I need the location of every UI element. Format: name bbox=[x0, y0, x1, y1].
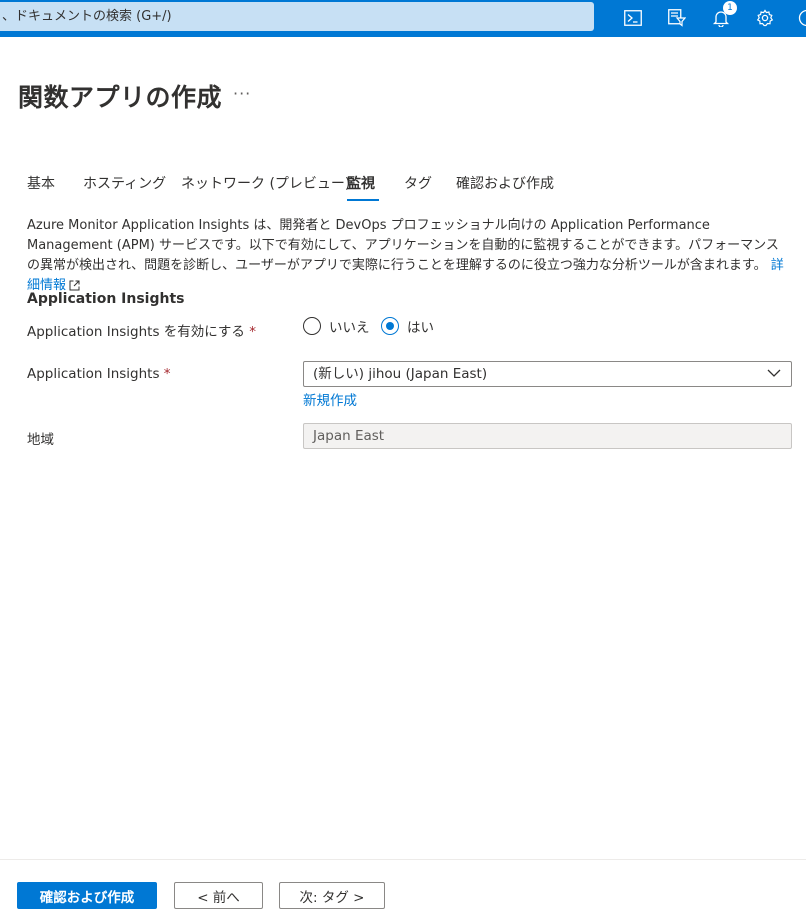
previous-button[interactable]: < 前へ bbox=[174, 882, 263, 909]
chevron-down-icon bbox=[767, 369, 781, 377]
enable-ai-label: Application Insights を有効にする * bbox=[27, 320, 256, 340]
radio-yes[interactable]: はい bbox=[381, 316, 434, 336]
cloud-shell-icon[interactable] bbox=[620, 5, 646, 31]
radio-no-circle[interactable] bbox=[303, 317, 321, 335]
external-link-icon bbox=[69, 280, 80, 291]
help-icon[interactable] bbox=[794, 5, 806, 31]
description: Azure Monitor Application Insights は、開発者… bbox=[27, 216, 789, 296]
next-tags-button[interactable]: 次: タグ > bbox=[279, 882, 385, 909]
section-title: Application Insights bbox=[27, 291, 185, 307]
enable-ai-label-text: Application Insights を有効にする bbox=[27, 324, 245, 340]
required-mark: * bbox=[249, 324, 256, 340]
description-text: Azure Monitor Application Insights は、開発者… bbox=[27, 218, 779, 273]
directory-filter-icon[interactable] bbox=[664, 5, 690, 31]
tab-basics[interactable]: 基本 bbox=[27, 173, 55, 193]
tab-hosting[interactable]: ホスティング bbox=[83, 173, 166, 193]
review-create-button[interactable]: 確認および作成 bbox=[17, 882, 157, 909]
region-label: 地域 bbox=[27, 432, 54, 448]
region-field: Japan East bbox=[303, 423, 792, 449]
radio-no[interactable]: いいえ bbox=[303, 316, 370, 336]
radio-no-label: いいえ bbox=[329, 320, 370, 336]
top-navigation-bar: 、ドキュメントの検索 (G+/) 1 bbox=[0, 0, 806, 37]
tab-review-create[interactable]: 確認および作成 bbox=[456, 173, 554, 193]
settings-icon[interactable] bbox=[752, 5, 778, 31]
create-new-link[interactable]: 新規作成 bbox=[303, 389, 357, 409]
footer-divider bbox=[0, 859, 806, 860]
ai-resource-label: Application Insights * bbox=[27, 366, 171, 382]
active-tab-indicator bbox=[347, 199, 379, 201]
tab-networking[interactable]: ネットワーク (プレビュー) bbox=[181, 173, 350, 193]
ai-resource-value: (新しい) jihou (Japan East) bbox=[313, 366, 488, 382]
radio-yes-circle[interactable] bbox=[381, 317, 399, 335]
ai-resource-dropdown[interactable]: (新しい) jihou (Japan East) bbox=[303, 361, 792, 387]
radio-yes-label: はい bbox=[407, 320, 434, 336]
search-input[interactable]: 、ドキュメントの検索 (G+/) bbox=[0, 2, 594, 31]
required-mark: * bbox=[163, 366, 171, 382]
tab-tags[interactable]: タグ bbox=[404, 173, 432, 193]
more-options-icon[interactable]: ··· bbox=[233, 84, 251, 103]
tab-monitoring[interactable]: 監視 bbox=[347, 173, 375, 193]
notification-count-badge: 1 bbox=[723, 1, 737, 15]
ai-resource-label-text: Application Insights bbox=[27, 366, 160, 382]
page-title: 関数アプリの作成 bbox=[18, 83, 223, 112]
